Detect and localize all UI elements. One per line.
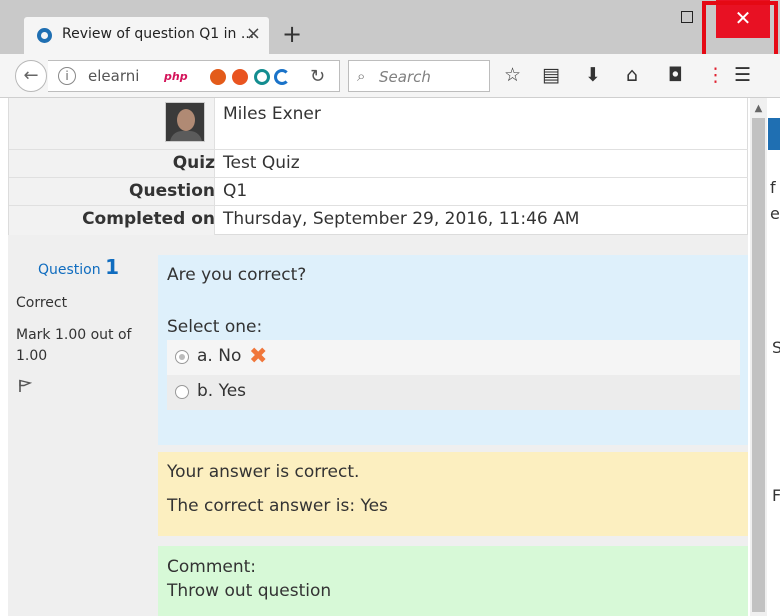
question-number: Question 1 [38,255,119,279]
teal-ring-extension-icon[interactable] [254,69,270,85]
answer-option-b[interactable]: b. Yes [167,375,740,410]
back-arrow-icon[interactable]: ← [15,60,47,92]
flag-icon[interactable] [18,379,32,393]
new-tab-button[interactable]: + [282,22,302,46]
background-text-fragment: e [770,204,780,223]
summary-row-completed: Completed on Thursday, September 29, 201… [9,206,749,235]
search-placeholder: Search [379,68,431,86]
answer-option-a[interactable]: a. No ✖ [167,340,740,375]
summary-value: Q1 [223,181,248,201]
answer-radio-b[interactable] [175,385,189,399]
close-button-highlight [702,1,778,59]
url-text: elearnir [88,67,140,85]
search-icon: ⌕ [357,67,366,85]
extension-overflow-icon[interactable]: ⋮ [706,65,725,85]
comment-label: Comment: [167,557,257,577]
question-grade: Mark 1.00 out of 1.00 [16,327,132,364]
ubuntu-extension-icon[interactable] [232,69,248,85]
reading-list-icon[interactable]: ▤ [542,65,560,85]
browser-navbar: ← i elearnir php ↻ ⌕ Search ☆ ▤ ⬇ ⌂ ◘ ⋮ … [0,54,780,98]
summary-value: Test Quiz [223,153,300,173]
summary-label: Completed on [82,209,215,229]
answer-label-a: a. No [197,346,242,366]
avatar-face [177,109,195,131]
window-maximize-button[interactable] [681,11,693,23]
page-viewport: Miles Exner Quiz Test Quiz Question Q1 C… [0,98,780,616]
user-name-link[interactable]: Miles Exner [223,104,321,124]
summary-row-user: Miles Exner [9,98,749,150]
question-formulation: Are you correct? Select one: a. No ✖ b. … [158,255,748,445]
scroll-up-arrow-icon[interactable]: ▲ [750,100,767,118]
bookmark-star-icon[interactable]: ☆ [504,65,521,85]
summary-label: Question [129,181,215,201]
reload-icon[interactable]: ↻ [310,66,325,87]
pocket-icon[interactable]: ◘ [668,65,683,85]
background-text-fragment: F [772,486,780,505]
question-text: Are you correct? [167,265,307,285]
question-comment: Comment: Throw out question [158,546,748,616]
browser-tab-active[interactable]: Review of question Q1 in ... × [24,17,269,54]
quiz-review-summary-table: Miles Exner Quiz Test Quiz Question Q1 C… [8,98,749,235]
address-bar[interactable]: i elearnir php ↻ [48,60,340,92]
home-icon[interactable]: ⌂ [626,65,638,85]
question-label: Question [38,262,101,278]
background-text-fragment: S [772,338,780,357]
moon-extension-icon[interactable] [274,69,290,85]
answer-label-b: b. Yes [197,381,247,401]
avatar[interactable] [165,102,205,142]
origin-extension-icon[interactable] [210,69,226,85]
site-favicon-icon [37,28,52,43]
correct-answer-text: The correct answer is: Yes [167,496,388,516]
avatar-body [170,131,202,141]
search-bar[interactable]: ⌕ Search [348,60,490,92]
question-state: Correct [16,295,68,311]
info-icon[interactable]: i [58,67,76,85]
summary-label: Quiz [172,153,215,173]
summary-row-question: Question Q1 [9,178,749,206]
php-extension-icon[interactable]: php [164,69,206,85]
answer-prompt: Select one: [167,317,263,337]
feedback-result: Your answer is correct. [167,462,360,482]
hamburger-menu-icon[interactable]: ☰ [734,65,751,85]
scrollbar-thumb[interactable] [752,118,765,612]
tab-close-icon[interactable]: × [246,23,261,44]
question-outcome: Your answer is correct. The correct answ… [158,452,748,536]
summary-row-quiz: Quiz Test Quiz [9,150,749,178]
tab-title: Review of question Q1 in ... [62,26,255,42]
background-text-fragment: f [770,178,776,197]
answer-radio-a[interactable] [175,350,189,364]
comment-text: Throw out question [167,581,332,601]
download-icon[interactable]: ⬇ [585,65,601,85]
question-number-value: 1 [105,255,119,279]
incorrect-cross-icon: ✖ [249,344,268,369]
summary-value: Thursday, September 29, 2016, 11:46 AM [223,209,580,229]
background-accent-strip [768,118,780,150]
